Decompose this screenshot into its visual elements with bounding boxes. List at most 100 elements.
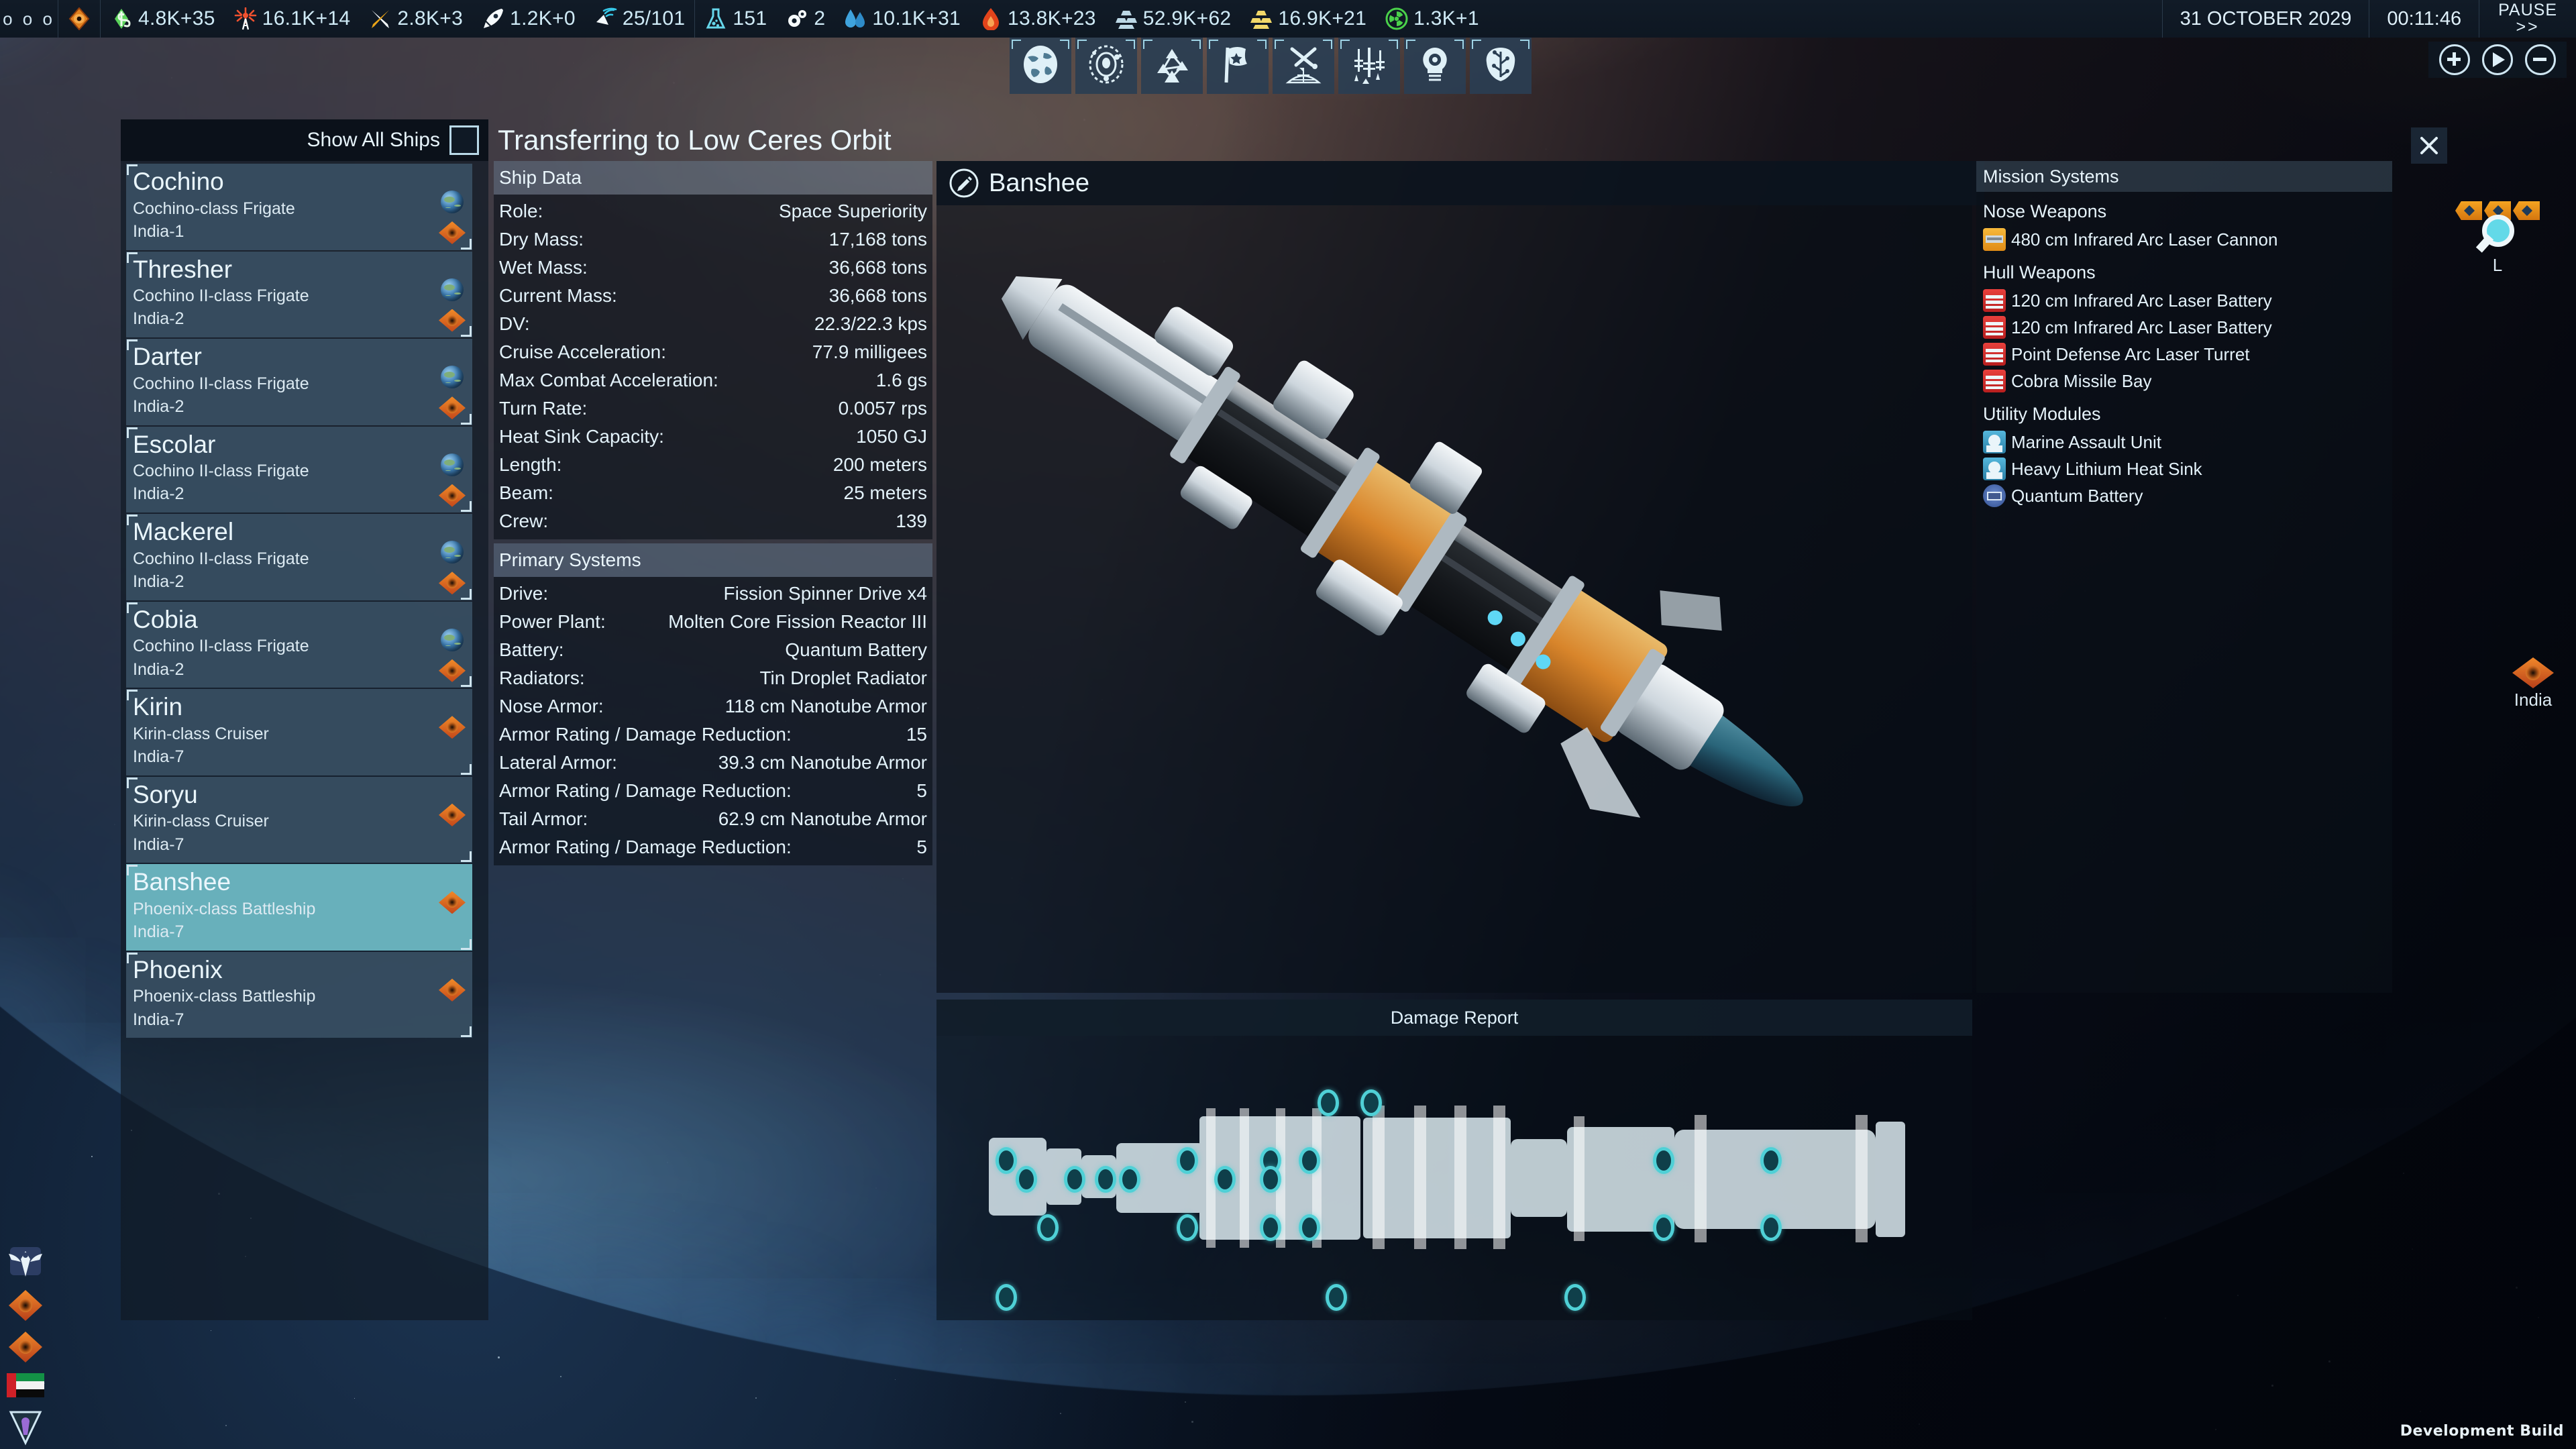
primary-system-row-key: Nose Armor: <box>499 696 604 717</box>
toolbar-intel-button[interactable] <box>1141 38 1203 94</box>
resource-rocket-value: 1.2K+0 <box>510 7 576 30</box>
ship-list-item[interactable]: Thresher Cochino II-class Frigate India-2 <box>126 252 472 338</box>
toolbar-research-button[interactable] <box>1470 38 1532 94</box>
close-icon[interactable] <box>2411 127 2447 164</box>
primary-system-row-value: 15 <box>906 724 927 745</box>
ship-list-item[interactable]: Cobia Cochino II-class Frigate India-2 <box>126 602 472 688</box>
ship-list-item[interactable]: Phoenix Phoenix-class Battleship India-7 <box>126 952 472 1038</box>
damage-report-body[interactable] <box>936 1036 1972 1320</box>
toolbar-factions-button[interactable] <box>1207 38 1269 94</box>
faction-eye-icon[interactable] <box>9 1290 42 1321</box>
pause-label: PAUSE <box>2498 2 2557 19</box>
damage-marker[interactable] <box>1037 1214 1059 1241</box>
ship-location: India-1 <box>133 221 472 244</box>
resource-metal-ingots[interactable]: 52.9K+62 <box>1106 0 1241 38</box>
toolbar-military-button[interactable] <box>1273 38 1334 94</box>
system-item[interactable]: Point Defense Arc Laser Turret <box>1976 341 2392 368</box>
damage-marker[interactable] <box>1299 1214 1320 1241</box>
show-all-ships-row[interactable]: Show All Ships <box>121 119 488 161</box>
toolbar-system-button[interactable] <box>1075 38 1137 94</box>
system-item-label: Cobra Missile Bay <box>2011 371 2152 392</box>
faction-eye-icon <box>439 309 466 332</box>
resource-fissiles[interactable]: 1.3K+1 <box>1376 0 1489 38</box>
play-button[interactable] <box>2482 44 2513 75</box>
damage-marker[interactable] <box>1064 1166 1085 1193</box>
damage-marker[interactable] <box>1260 1214 1281 1241</box>
system-item[interactable]: Marine Assault Unit <box>1976 429 2392 455</box>
earth-badge-icon <box>441 191 464 213</box>
damage-marker[interactable] <box>1760 1147 1782 1174</box>
damage-marker[interactable] <box>996 1147 1017 1174</box>
system-item[interactable]: Cobra Missile Bay <box>1976 368 2392 394</box>
damage-marker[interactable] <box>1177 1214 1198 1241</box>
damage-marker[interactable] <box>1299 1147 1320 1174</box>
resource-metals[interactable]: 2.8K+3 <box>360 0 472 38</box>
ship-list-item[interactable]: Mackerel Cochino II-class Frigate India-2 <box>126 514 472 600</box>
corner-bracket <box>461 939 472 950</box>
population-shield-icon[interactable] <box>7 1408 44 1446</box>
ship-location: India-7 <box>133 834 472 857</box>
damage-marker[interactable] <box>1260 1166 1281 1193</box>
damage-marker[interactable] <box>1318 1089 1339 1116</box>
resource-volatiles[interactable]: 13.8K+23 <box>970 0 1106 38</box>
damage-marker[interactable] <box>1119 1166 1140 1193</box>
faction-eye-icon <box>439 572 466 594</box>
damage-marker[interactable] <box>996 1284 1017 1311</box>
damage-marker[interactable] <box>1653 1147 1674 1174</box>
primary-system-row: Drive: Fission Spinner Drive x4 <box>494 580 932 608</box>
ship-name: Phoenix <box>133 956 472 985</box>
system-item[interactable]: 120 cm Infrared Arc Laser Battery <box>1976 314 2392 341</box>
damage-marker[interactable] <box>1016 1166 1037 1193</box>
rocket-icon <box>482 7 504 30</box>
ship-list-item-selected[interactable]: Banshee Phoenix-class Battleship India-7 <box>126 864 472 951</box>
resource-antenna[interactable]: 25/101 <box>585 0 695 38</box>
ship-list-item[interactable]: Escolar Cochino II-class Frigate India-2 <box>126 427 472 513</box>
damage-marker[interactable] <box>1095 1166 1116 1193</box>
eagle-emblem-icon[interactable] <box>6 1244 45 1279</box>
resource-gold-ingots[interactable]: 16.9K+21 <box>1240 0 1376 38</box>
primary-system-row: Nose Armor: 118 cm Nanotube Armor <box>494 692 932 720</box>
resource-rocket[interactable]: 1.2K+0 <box>472 0 585 38</box>
ship-list-item[interactable]: Cochino Cochino-class Frigate India-1 <box>126 164 472 250</box>
ship-list-item[interactable]: Kirin Kirin-class Cruiser India-7 <box>126 689 472 775</box>
system-item[interactable]: Quantum Battery <box>1976 482 2392 509</box>
ship-render-viewer[interactable]: Banshee <box>936 161 1972 993</box>
resource-gears[interactable]: 2 <box>776 0 835 38</box>
show-all-ships-label: Show All Ships <box>307 129 440 152</box>
ship-location: India-2 <box>133 396 472 419</box>
corner-bracket <box>127 252 138 263</box>
damage-marker[interactable] <box>1214 1166 1236 1193</box>
damage-marker[interactable] <box>1360 1089 1382 1116</box>
system-item[interactable]: 480 cm Infrared Arc Laser Cannon <box>1976 226 2392 253</box>
system-item[interactable]: 120 cm Infrared Arc Laser Battery <box>1976 287 2392 314</box>
map-marker-india[interactable]: India <box>2512 657 2554 710</box>
zoom-in-button[interactable] <box>2439 44 2470 75</box>
damage-marker[interactable] <box>1653 1214 1674 1241</box>
toolbar-fleets-button[interactable] <box>1338 38 1400 94</box>
resource-research[interactable]: 151 <box>695 0 776 38</box>
damage-marker[interactable] <box>1177 1147 1198 1174</box>
primary-system-row-value: 5 <box>916 837 927 858</box>
faction-eye-icon[interactable] <box>9 1332 42 1362</box>
resource-water[interactable]: 10.1K+31 <box>835 0 970 38</box>
pause-button[interactable]: PAUSE >> <box>2479 0 2576 38</box>
resource-faction[interactable] <box>58 0 100 38</box>
marine-icon <box>1983 431 2006 453</box>
damage-marker[interactable] <box>1760 1214 1782 1241</box>
main-menu-button[interactable]: o o o <box>0 9 58 30</box>
resource-power[interactable]: 16.1K+14 <box>225 0 360 38</box>
damage-marker[interactable] <box>1326 1284 1347 1311</box>
zoom-out-button[interactable] <box>2525 44 2556 75</box>
solar-system-icon <box>1085 44 1127 89</box>
ship-list-item[interactable]: Soryu Kirin-class Cruiser India-7 <box>126 777 472 863</box>
show-all-ships-checkbox[interactable] <box>449 125 479 155</box>
ship-list: Cochino Cochino-class Frigate India-1 Thres… <box>126 164 472 1039</box>
damage-marker[interactable] <box>1564 1284 1586 1311</box>
ship-list-item[interactable]: Darter Cochino II-class Frigate India-2 <box>126 339 472 425</box>
map-marker-magnifier[interactable]: L <box>2455 201 2540 276</box>
uae-flag-icon[interactable] <box>7 1373 44 1397</box>
resource-money[interactable]: 4.8K+35 <box>101 0 225 38</box>
toolbar-globe-button[interactable] <box>1010 38 1071 94</box>
toolbar-projects-button[interactable] <box>1404 38 1466 94</box>
system-item[interactable]: Heavy Lithium Heat Sink <box>1976 455 2392 482</box>
